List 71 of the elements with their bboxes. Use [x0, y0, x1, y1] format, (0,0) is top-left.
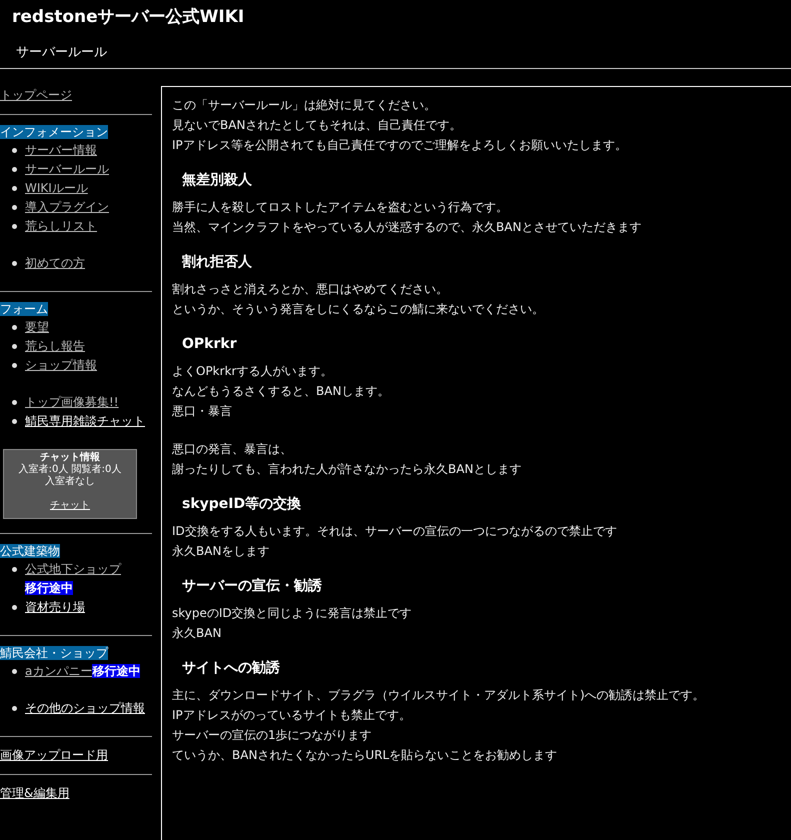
body-text: ID交換をする人もいます。それは、サーバーの宣伝の一つにつながるので禁止です: [172, 523, 618, 540]
chat-counts: 入室者:0人 閲覧者:0人: [18, 464, 122, 476]
sidebar-heading: フォーム: [0, 302, 48, 316]
body-text: 永久BAN: [172, 625, 222, 642]
body-text: 主に、ダウンロードサイト、ブラグラ（ウイルスサイト・アダルト系サイト)への勧誘は禁止です。: [172, 687, 706, 704]
body-text: 見ないでBANされたとしてもそれは、自己責任です。: [172, 117, 462, 134]
section-heading: 割れ拒否人: [182, 253, 253, 272]
sidebar-link[interactable]: サーバールール: [25, 162, 109, 176]
body-text: 割れさっさと消えろとか、悪口はやめてください。: [172, 281, 449, 298]
sidebar-heading: インフォメーション: [0, 125, 108, 139]
sidebar-link[interactable]: 資材売り場: [25, 600, 85, 614]
body-text: サーバーの宣伝の1歩につながります: [172, 727, 373, 744]
status-badge: 移行途中: [92, 664, 140, 678]
sidebar-link[interactable]: 要望: [25, 320, 49, 334]
site-title: redstoneサーバー公式WIKI: [11, 6, 246, 28]
bullet-icon: [12, 186, 17, 191]
chat-title: チャット情報: [40, 452, 100, 464]
chat-status: 入室者なし: [45, 476, 95, 488]
bullet-icon: [12, 706, 17, 711]
status-badge: 移行途中: [25, 581, 73, 595]
sidebar-link[interactable]: サーバー情報: [25, 143, 97, 157]
bullet-icon: [12, 325, 17, 330]
bullet-icon: [12, 605, 17, 610]
sidebar-heading: 公式建築物: [0, 544, 60, 558]
bullet-icon: [12, 205, 17, 210]
sidebar-link[interactable]: 鯖民専用雑談チャット: [25, 414, 145, 428]
section-heading: サイトへの勧誘: [182, 659, 281, 678]
sidebar-link[interactable]: 画像アップロード用: [0, 748, 108, 762]
section-heading: OPkrkr: [182, 335, 238, 354]
sidebar-link[interactable]: その他のショップ情報: [25, 701, 145, 715]
sidebar-link[interactable]: 荒らしリスト: [25, 219, 97, 233]
bullet-icon: [12, 567, 17, 572]
body-text: 悪口の発言、暴言は、: [172, 441, 293, 458]
bullet-icon: [12, 261, 17, 266]
bullet-icon: [12, 363, 17, 368]
sidebar-link[interactable]: WIKIルール: [25, 181, 88, 195]
body-text: 悪口・暴言: [172, 403, 233, 420]
bullet-icon: [12, 148, 17, 153]
sidebar-heading: 鯖民会社・ショップ: [0, 646, 108, 660]
sidebar-link[interactable]: トップページ: [0, 88, 72, 102]
sidebar-link[interactable]: 初めての方: [25, 256, 85, 270]
bullet-icon: [12, 167, 17, 172]
bullet-icon: [12, 224, 17, 229]
section-heading: サーバーの宣伝・勧誘: [182, 576, 323, 596]
bullet-icon: [12, 419, 17, 424]
sidebar-link[interactable]: ショップ情報: [25, 358, 97, 372]
bullet-icon: [12, 400, 17, 405]
body-text: よくOPkrkrする人がいます。: [172, 363, 334, 380]
sidebar-link[interactable]: 管理&編集用: [0, 786, 70, 800]
sidebar-link[interactable]: 公式地下ショップ: [25, 562, 121, 576]
page-title: サーバールール: [15, 44, 108, 62]
body-text: 当然、マインクラフトをやっている人が迷惑するので、永久BANとさせていただきます: [172, 219, 642, 236]
sidebar-link[interactable]: aカンパニー: [25, 664, 92, 678]
section-heading: skypeID等の交換: [182, 494, 302, 514]
sidebar-link[interactable]: 荒らし報告: [25, 339, 85, 353]
sidebar-link[interactable]: 導入プラグイン: [25, 200, 109, 214]
sidebar-link[interactable]: トップ画像募集!!: [25, 395, 119, 409]
body-text: 永久BANをします: [172, 543, 270, 560]
body-text: IPアドレスがのっているサイトも禁止です。: [172, 707, 412, 724]
body-text: skypeのID交換と同じように発言は禁止です: [172, 605, 413, 622]
body-text: この「サーバールール」は絶対に見てください。: [172, 97, 437, 114]
body-text: 謝ったりしても、言われた人が許さなかったら永久BANとします: [172, 461, 522, 478]
chat-link[interactable]: チャット: [50, 498, 90, 512]
body-text: 勝手に人を殺してロストしたアイテムを盗むという行為です。: [172, 199, 509, 216]
body-text: IPアドレス等を公開されても自己責任ですのでご理解をよろしくお願いいたします。: [172, 137, 628, 154]
bullet-icon: [12, 669, 17, 674]
body-text: なんどもうるさくすると、BANします。: [172, 383, 390, 400]
body-text: というか、そういう発言をしにくるならこの鯖に来ないでください。: [172, 301, 545, 318]
bullet-icon: [12, 344, 17, 349]
body-text: ていうか、BANされたくなかったらURLを貼らないことをお勧めします: [172, 747, 558, 764]
section-heading: 無差別殺人: [182, 171, 253, 190]
